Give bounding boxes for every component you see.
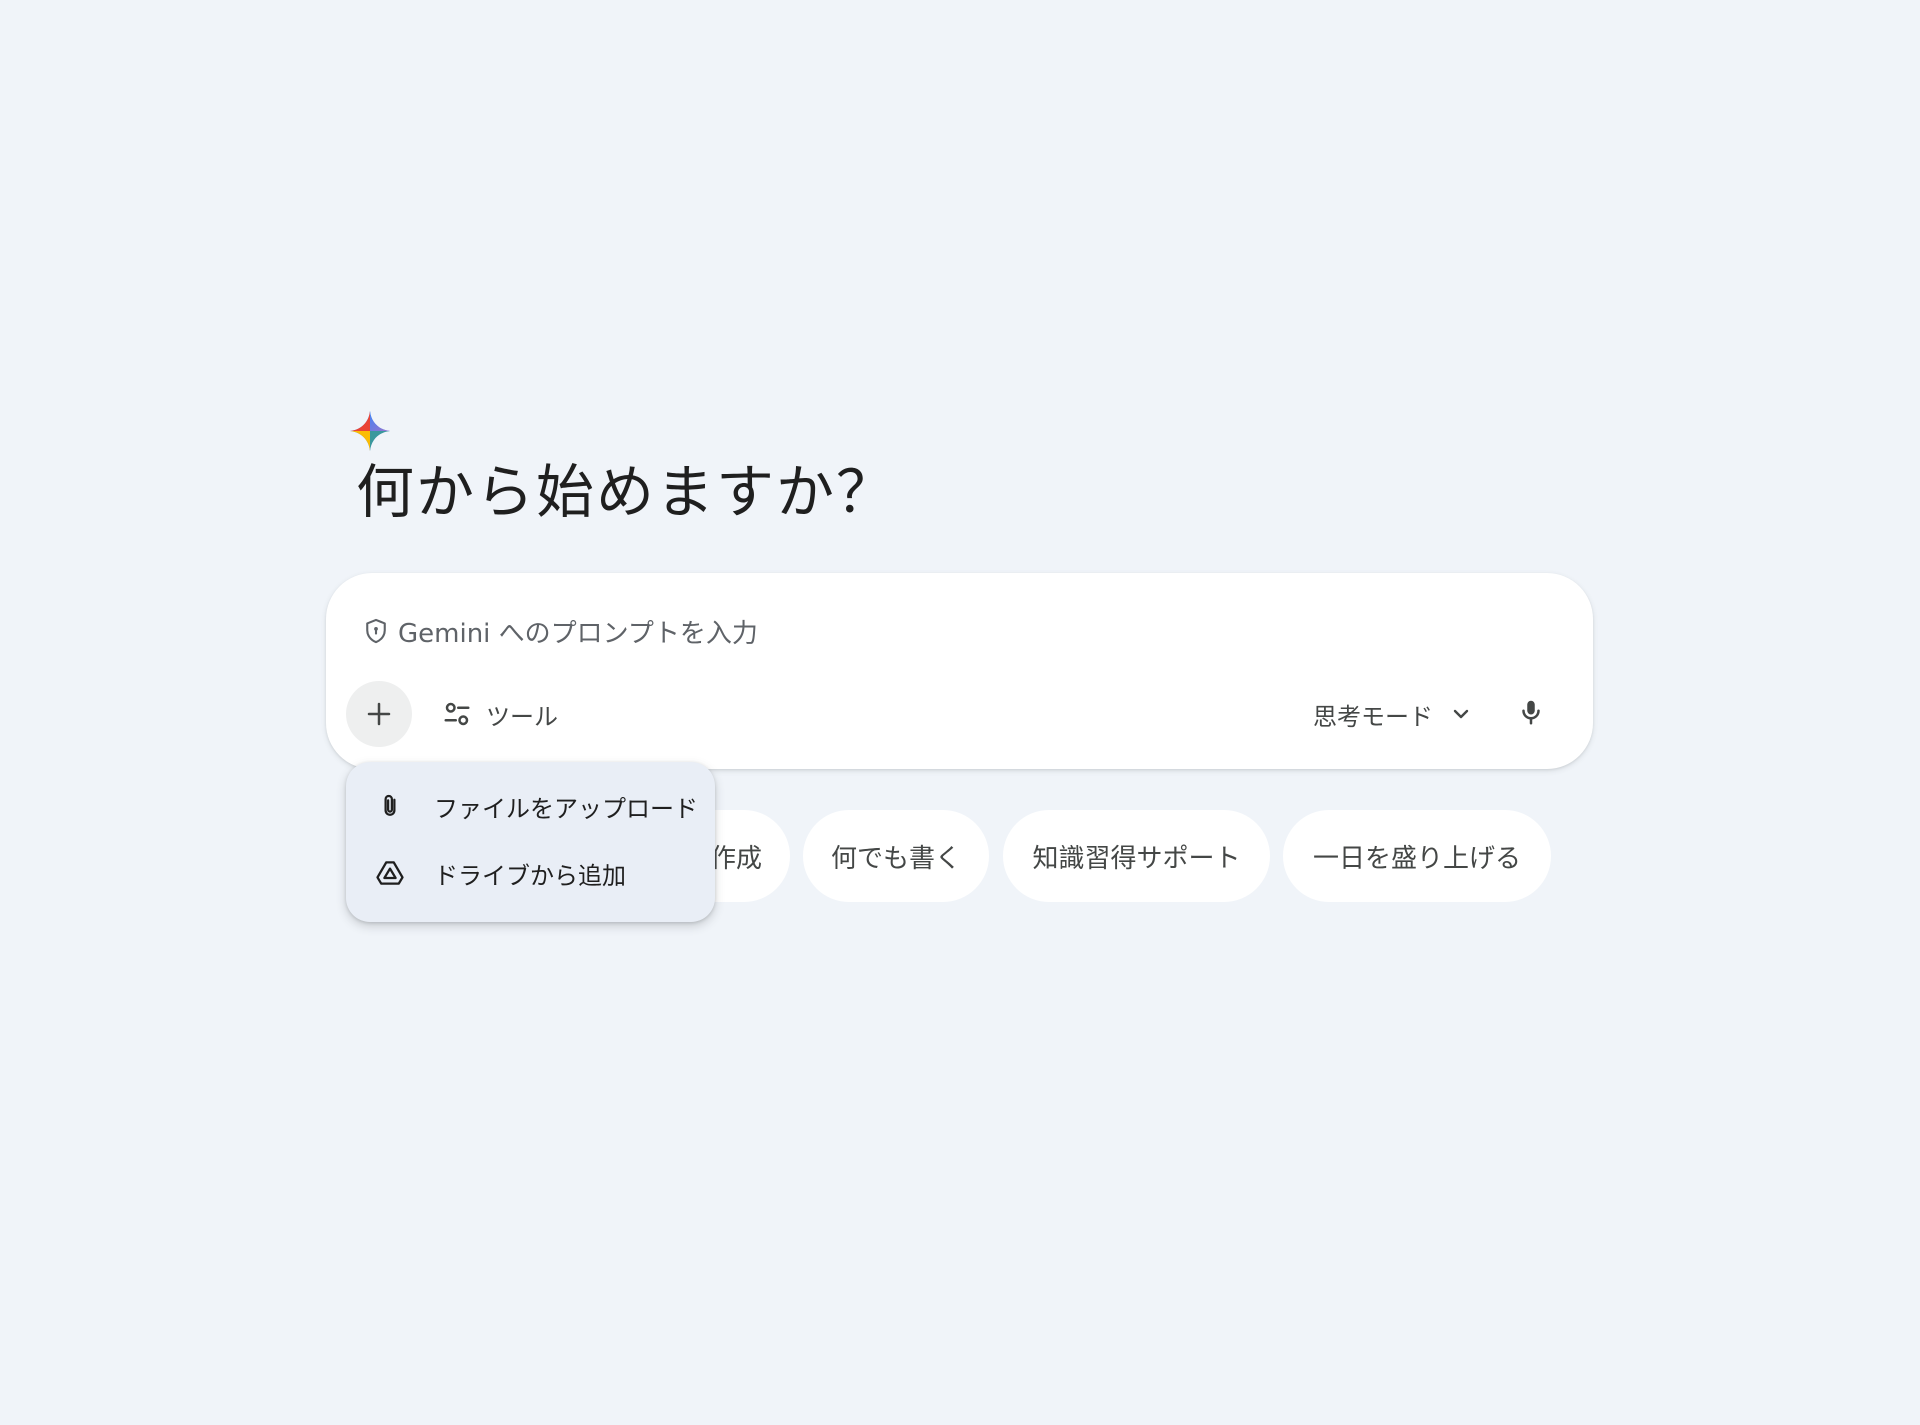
microphone-icon [1522,700,1540,725]
mode-selector[interactable]: 思考モード [1313,690,1473,738]
tools-sliders-icon [444,702,470,726]
menu-item-label: ドライブから追加 [434,861,626,890]
mode-label: 思考モード [1313,702,1433,731]
tools-button[interactable]: ツール [442,690,558,738]
greeting-title: 何から始めますか？ [356,458,897,526]
suggestion-chip-boost-day[interactable]: 一日を盛り上げる [1283,810,1551,902]
main-content: 何から始めますか？ Gemini へのプロンプトを入力 ツール 思考モード 作成… [0,0,1920,1425]
shield-icon [362,617,390,645]
tools-label: ツール [486,702,558,731]
chevron-down-icon [1453,709,1469,719]
chip-label: 知識習得サポート [1032,843,1241,874]
menu-item-upload-file[interactable]: ファイルをアップロード [346,776,715,836]
prompt-input[interactable]: Gemini へのプロンプトを入力 [362,609,758,653]
paperclip-icon [374,790,406,822]
plus-icon [367,702,391,726]
menu-item-add-from-drive[interactable]: ドライブから追加 [346,843,715,903]
menu-item-label: ファイルをアップロード [434,794,698,823]
suggestion-chip-write[interactable]: 何でも書く [803,810,989,902]
chip-label: 何でも書く [830,843,961,874]
prompt-placeholder: Gemini へのプロンプトを入力 [398,618,758,649]
chip-label: 一日を盛り上げる [1312,843,1521,874]
microphone-button[interactable] [1507,688,1555,736]
prompt-box: Gemini へのプロンプトを入力 ツール 思考モード [326,573,1593,769]
attachment-menu: ファイルをアップロード ドライブから追加 [346,762,715,922]
gemini-sparkle-icon [350,411,390,451]
add-attachment-button[interactable] [346,681,412,747]
drive-icon [374,857,406,889]
chip-label: 作成 [709,843,762,874]
suggestion-chip-learn[interactable]: 知識習得サポート [1003,810,1270,902]
